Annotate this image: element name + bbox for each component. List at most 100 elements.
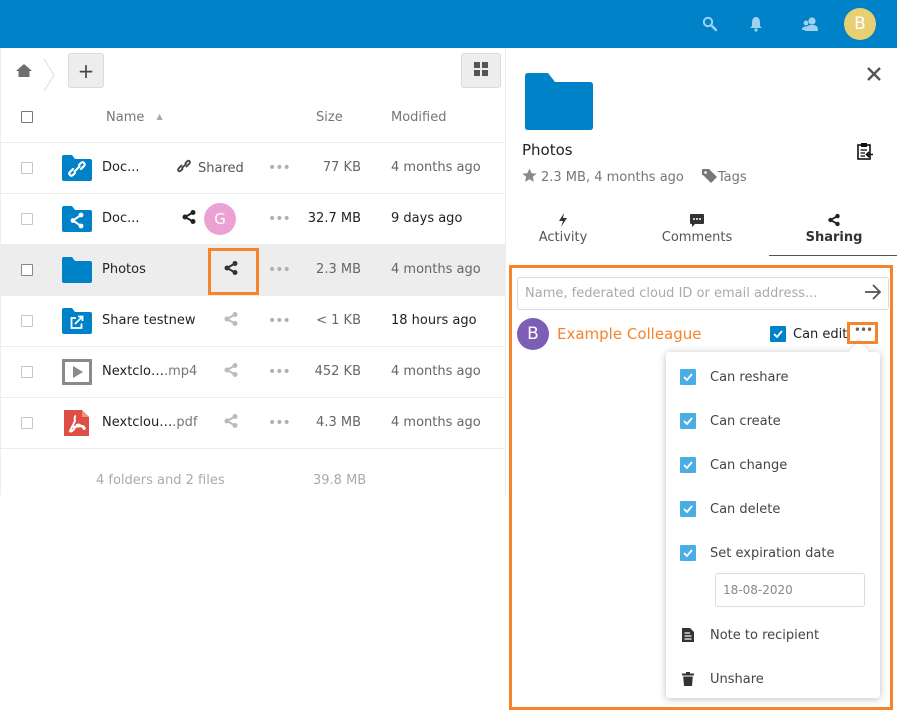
tab-sharing[interactable]: Sharing — [796, 210, 872, 257]
share-icon — [223, 362, 239, 382]
share-icon — [827, 210, 841, 230]
grid-view-button[interactable] — [461, 53, 501, 88]
file-name-base: Share testnew — [102, 313, 196, 328]
file-name-base: Doc... — [102, 211, 140, 226]
video-icon — [62, 359, 92, 385]
summary-count: 4 folders and 2 files — [96, 473, 225, 488]
tag-icon — [701, 168, 718, 187]
top-header: B — [0, 0, 897, 48]
highlight-sharing-section — [509, 265, 893, 710]
new-button-label: + — [77, 58, 95, 83]
summary-size: 39.8 MB — [313, 473, 367, 488]
table-row[interactable]: Doc... Shared ••• 77 KB 4 months ago — [1, 143, 506, 194]
more-actions-button[interactable]: ••• — [268, 211, 291, 227]
more-actions-button[interactable]: ••• — [268, 262, 291, 278]
shared-label: Shared — [198, 160, 244, 176]
row-checkbox[interactable] — [21, 417, 33, 429]
file-name[interactable]: Doc... — [102, 160, 140, 175]
file-size: < 1 KB — [316, 313, 361, 328]
file-modified: 4 months ago — [391, 262, 481, 277]
details-tabs: Activity Comments Sharing — [506, 210, 897, 258]
column-name[interactable]: Name ▲ — [106, 110, 163, 125]
pdf-icon — [62, 410, 92, 436]
details-meta: 2.3 MB, 4 months ago Tags — [522, 168, 747, 187]
share-icon — [181, 209, 197, 229]
folder-external-icon — [62, 308, 92, 334]
file-modified: 4 months ago — [391, 415, 481, 430]
tags-label: Tags — [717, 170, 747, 185]
notifications-icon[interactable] — [746, 14, 766, 34]
file-modified: 18 hours ago — [391, 313, 477, 328]
details-size-date: 2.3 MB, 4 months ago — [541, 170, 684, 185]
more-actions-button[interactable]: ••• — [268, 160, 291, 176]
file-size: 452 KB — [314, 364, 361, 379]
tab-label: Activity — [538, 230, 588, 245]
file-name[interactable]: Doc... — [102, 211, 140, 226]
more-actions-button[interactable]: ••• — [268, 415, 291, 431]
link-icon — [177, 159, 191, 177]
row-checkbox[interactable] — [21, 315, 33, 327]
table-row[interactable]: Nextclo….mp4 ••• 452 KB 4 months ago — [1, 347, 506, 398]
file-size: 77 KB — [322, 160, 361, 175]
tab-comments[interactable]: Comments — [656, 210, 738, 257]
row-checkbox[interactable] — [21, 366, 33, 378]
select-all-checkbox[interactable] — [21, 111, 33, 123]
file-extension: .pdf — [172, 415, 198, 430]
comments-icon — [690, 210, 704, 230]
share-icon — [223, 311, 239, 331]
new-button[interactable]: + — [68, 53, 104, 88]
folder-preview-icon — [525, 73, 593, 130]
activity-icon — [558, 210, 568, 230]
more-actions-button[interactable]: ••• — [268, 364, 291, 380]
close-icon[interactable] — [867, 62, 881, 86]
file-size: 2.3 MB — [316, 262, 361, 277]
grid-view-icon — [474, 61, 488, 80]
share-button[interactable] — [223, 308, 239, 334]
file-modified: 4 months ago — [391, 160, 481, 175]
file-size: 32.7 MB — [307, 211, 361, 226]
sort-asc-icon: ▲ — [156, 112, 163, 121]
file-name-base: Doc... — [102, 160, 140, 175]
home-icon[interactable] — [15, 62, 33, 80]
column-name-label: Name — [106, 110, 145, 125]
row-checkbox[interactable] — [21, 213, 33, 225]
tab-label: Comments — [661, 230, 733, 245]
file-name[interactable]: Share testnew — [102, 313, 195, 328]
tags-button[interactable]: Tags — [701, 168, 747, 187]
user-avatar[interactable]: B — [844, 8, 876, 40]
file-name[interactable]: Nextclo….mp4 — [102, 364, 197, 379]
file-name-base: Nextclou… — [102, 415, 173, 430]
share-button[interactable] — [223, 359, 239, 385]
share-button[interactable] — [223, 410, 239, 436]
highlight-share-button — [208, 248, 259, 295]
contacts-icon[interactable] — [800, 14, 820, 34]
share-icon — [223, 413, 239, 433]
details-title: Photos — [522, 141, 573, 159]
table-row[interactable]: Nextclou….pdf ••• 4.3 MB 4 months ago — [1, 398, 506, 449]
file-modified: 9 days ago — [391, 211, 463, 226]
sharer-avatar[interactable]: G — [204, 203, 236, 235]
folder-icon — [62, 257, 92, 283]
tab-activity[interactable]: Activity — [532, 210, 594, 257]
row-checkbox[interactable] — [21, 264, 33, 276]
more-actions-button[interactable]: ••• — [268, 313, 291, 329]
table-row[interactable]: Share testnew ••• < 1 KB 18 hours ago — [1, 296, 506, 347]
clipboard-icon[interactable] — [856, 142, 874, 160]
shared-link-button[interactable]: Shared — [177, 155, 244, 181]
share-button[interactable]: G — [181, 203, 236, 235]
favorite-star-icon[interactable] — [522, 168, 537, 187]
highlight-more-button — [847, 322, 878, 344]
column-modified[interactable]: Modified — [391, 110, 446, 125]
table-header: Name ▲ Size Modified — [1, 94, 506, 143]
file-name[interactable]: Nextclou….pdf — [102, 415, 197, 430]
row-checkbox[interactable] — [21, 162, 33, 174]
search-icon[interactable] — [700, 14, 720, 34]
column-size[interactable]: Size — [316, 110, 343, 125]
file-name-base: Nextclo… — [102, 364, 164, 379]
table-row[interactable]: Doc... G ••• 32.7 MB 9 days ago — [1, 194, 506, 245]
active-tab-indicator — [769, 255, 897, 256]
file-name-base: Photos — [102, 262, 146, 277]
file-modified: 4 months ago — [391, 364, 481, 379]
file-name[interactable]: Photos — [102, 262, 146, 277]
file-size: 4.3 MB — [316, 415, 361, 430]
